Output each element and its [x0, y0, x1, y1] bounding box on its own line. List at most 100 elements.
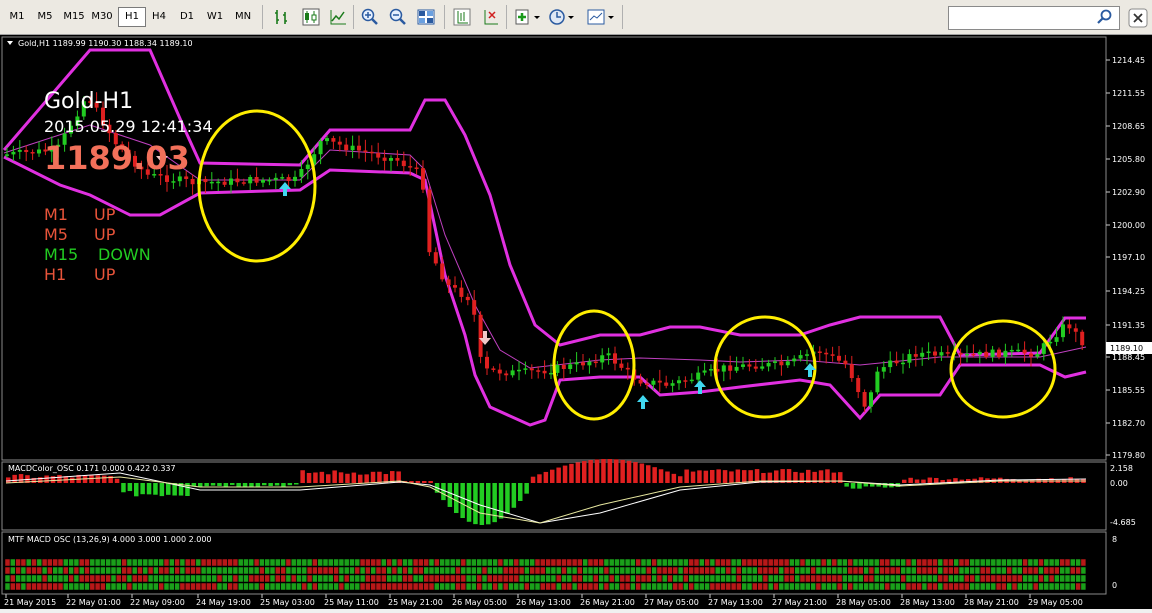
macd-axis-label: -4.685 — [1110, 518, 1136, 527]
clock-icon[interactable] — [548, 7, 576, 27]
mtf-cell — [1064, 566, 1071, 575]
mtf-cell — [237, 574, 244, 583]
zoom-out-icon[interactable] — [388, 7, 408, 27]
mtf-cell — [820, 566, 827, 575]
mtf-cell — [619, 566, 626, 575]
candle-body — [568, 364, 573, 369]
mtf-cell — [667, 566, 673, 575]
timeframe-m30-button[interactable]: M30 — [88, 8, 116, 26]
indicators-icon[interactable] — [514, 7, 542, 27]
mtf-cell — [911, 558, 917, 567]
mtf-cell — [794, 582, 800, 591]
timeframe-m15-button[interactable]: M15 — [60, 8, 88, 26]
mtf-cell — [1027, 582, 1034, 591]
close-icon[interactable] — [1128, 8, 1148, 28]
mtf-cell — [428, 566, 435, 575]
period-separator-icon[interactable] — [452, 7, 472, 27]
search-icon[interactable] — [1096, 8, 1114, 26]
candle-body — [990, 349, 995, 358]
mtf-cell — [169, 558, 175, 567]
candle-body — [805, 354, 809, 356]
mtf-cell — [911, 566, 917, 575]
mtf-cell — [619, 558, 626, 567]
timeframe-w1-button[interactable]: W1 — [202, 8, 228, 26]
mtf-cell — [460, 566, 467, 575]
mtf-cell — [407, 582, 414, 591]
mtf-cell — [211, 566, 217, 575]
timeframe-m1-button[interactable]: M1 — [4, 8, 30, 26]
mtf-cell — [704, 574, 710, 583]
mtf-cell — [153, 574, 159, 583]
macd-bar — [146, 483, 152, 495]
mtf-cell — [964, 566, 970, 575]
mtf-cell — [799, 574, 806, 583]
timeframe-h4-button[interactable]: H4 — [146, 8, 172, 26]
mtf-cell — [932, 566, 938, 575]
mtf-cell — [423, 582, 429, 591]
mtf-cell — [725, 574, 732, 583]
candle-body — [203, 178, 208, 183]
mtf-cell — [169, 582, 175, 591]
mtf-cell — [640, 582, 647, 591]
mtf-cell — [412, 558, 419, 567]
mtf-cell — [905, 582, 912, 591]
search-input[interactable] — [948, 6, 1120, 30]
mtf-cell — [555, 566, 562, 575]
mtf-cell — [752, 574, 758, 583]
mtf-cell — [1059, 582, 1065, 591]
mtf-cell — [158, 574, 164, 583]
candlestick-icon[interactable] — [300, 7, 320, 27]
price-tick-label: 1182.70 — [1112, 419, 1145, 428]
candle-body — [382, 157, 387, 161]
mtf-cell — [985, 566, 991, 575]
mtf-cell — [985, 558, 991, 567]
mtf-cell — [1043, 558, 1050, 567]
mtf-cell — [1059, 558, 1065, 567]
timeframe-h1-button[interactable]: H1 — [118, 7, 146, 27]
mtf-cell — [630, 574, 636, 583]
mtf-cell — [518, 574, 525, 583]
candle-body — [497, 369, 502, 374]
mtf-cell — [540, 566, 546, 575]
candle-body — [1022, 349, 1027, 354]
chart-window[interactable]: 1214.45 1211.55 1208.65 1205.80 1202.90 1200.… — [0, 35, 1152, 609]
mtf-cell — [73, 566, 80, 575]
mtf-cell — [460, 582, 467, 591]
candle-body — [1080, 331, 1085, 346]
mtf-cell — [190, 558, 196, 567]
mtf-cell — [693, 566, 700, 575]
line-chart-icon[interactable] — [328, 7, 348, 27]
bar-chart-icon[interactable] — [272, 7, 292, 27]
mtf-cell — [497, 558, 504, 567]
chart-menu-icon[interactable] — [7, 41, 13, 45]
macd-bar — [626, 460, 632, 483]
timeframe-m5-button[interactable]: M5 — [32, 8, 58, 26]
macd-bar — [518, 483, 523, 501]
mtf-cell — [301, 574, 308, 583]
mtf-cell — [873, 558, 880, 567]
timeframe-mn-button[interactable]: MN — [230, 8, 256, 26]
mtf-cell — [206, 558, 212, 567]
candle-body — [1061, 324, 1065, 338]
buy-arrow-icon — [637, 395, 649, 409]
mtf-cell — [131, 582, 138, 591]
crosshair-icon[interactable] — [480, 7, 500, 27]
zoom-in-icon[interactable] — [360, 7, 380, 27]
mtf-cell — [889, 558, 896, 567]
templates-icon[interactable] — [586, 7, 616, 27]
macd-bar — [114, 478, 120, 483]
mtf-cell — [646, 566, 652, 575]
macd-bar — [460, 483, 465, 519]
mtf-cell — [131, 558, 138, 567]
mtf-cell — [94, 574, 101, 583]
mtf-cell — [375, 566, 382, 575]
timeframe-d1-button[interactable]: D1 — [174, 8, 200, 26]
candle-body — [977, 351, 982, 355]
mtf-cell — [863, 566, 869, 575]
mtf-cell — [895, 582, 901, 591]
tile-windows-icon[interactable] — [416, 7, 436, 27]
mtf-cell — [805, 574, 811, 583]
mtf-cell — [741, 574, 747, 583]
mtf-cell — [1001, 574, 1007, 583]
mtf-cell — [243, 582, 249, 591]
